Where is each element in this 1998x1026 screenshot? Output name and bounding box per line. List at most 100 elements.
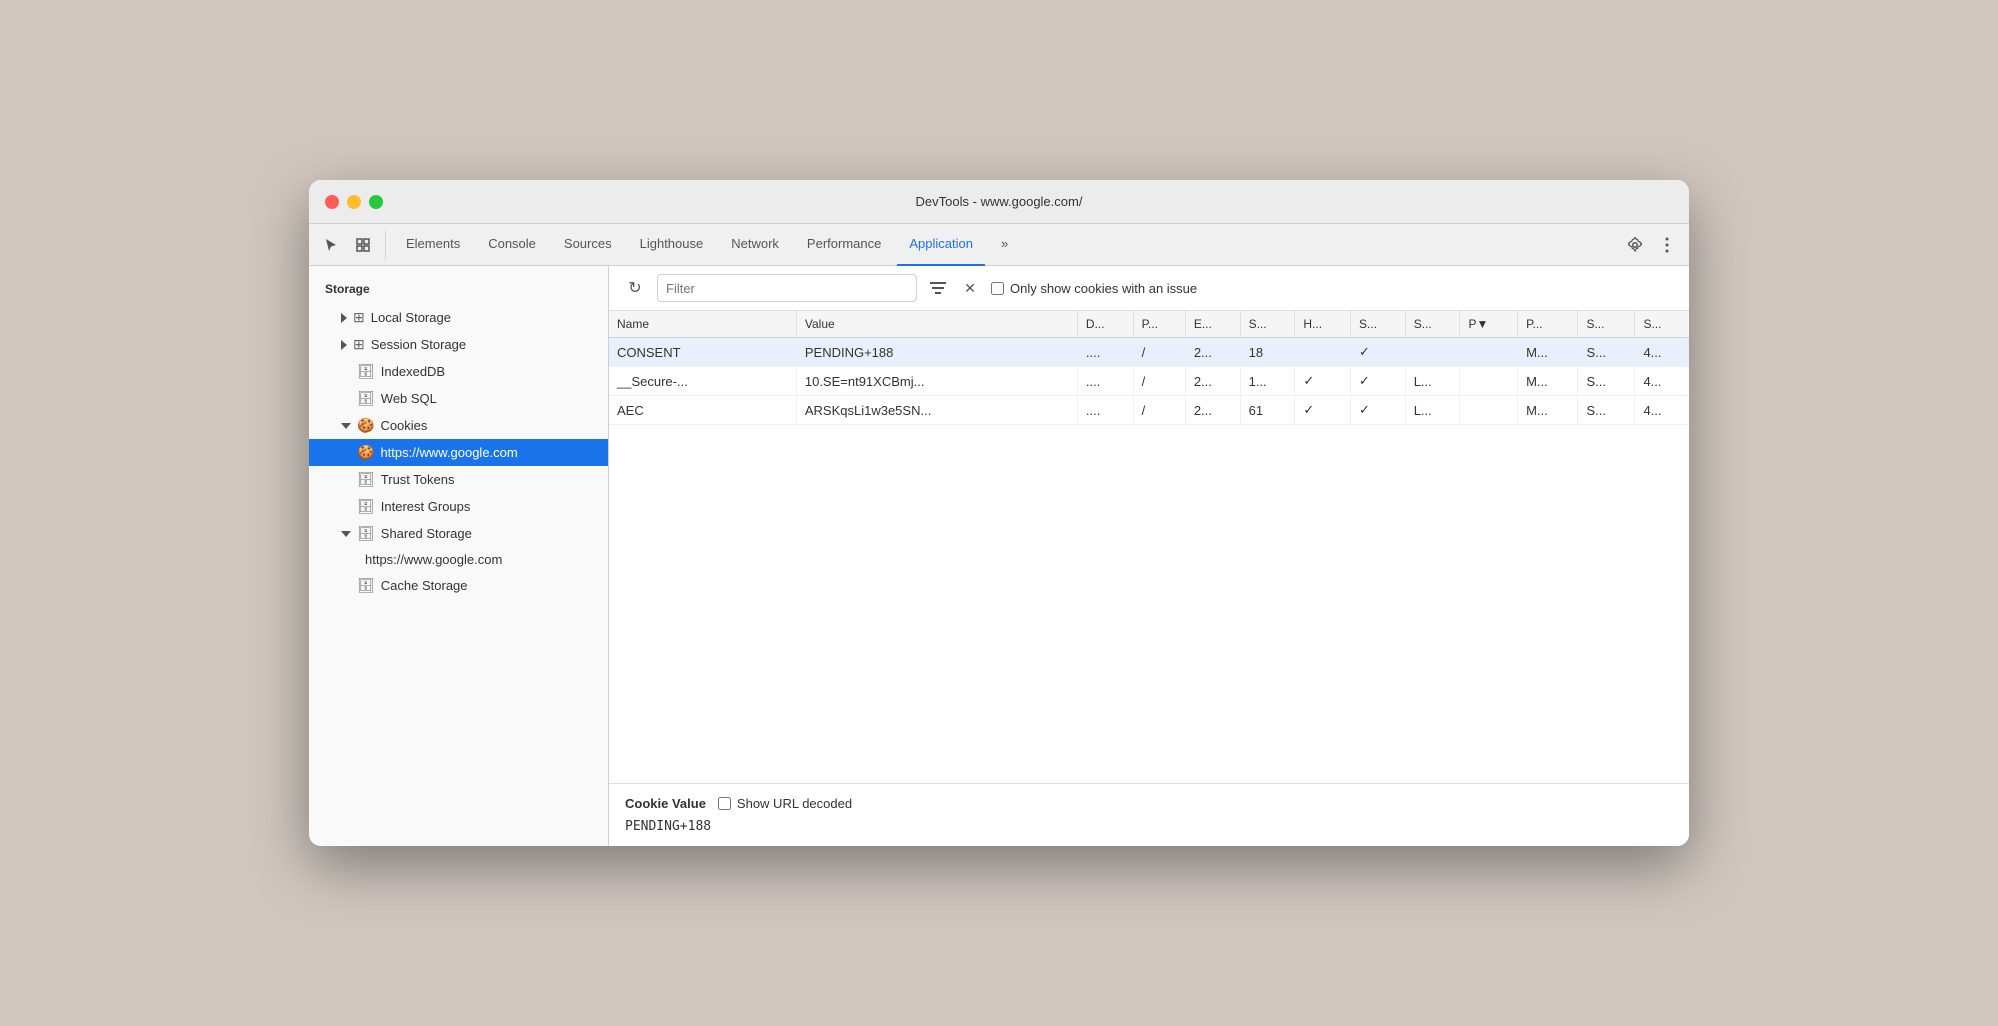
- inspect-icon[interactable]: [349, 231, 377, 259]
- filter-options-icon[interactable]: [925, 275, 951, 301]
- col-sourceport[interactable]: S...: [1635, 311, 1689, 338]
- tab-performance[interactable]: Performance: [795, 224, 893, 266]
- col-domain[interactable]: D...: [1077, 311, 1133, 338]
- table-row[interactable]: CONSENTPENDING+188..../2...18✓M...S...4.…: [609, 338, 1689, 367]
- storage-section-title: Storage: [309, 278, 608, 304]
- issues-filter-label[interactable]: Only show cookies with an issue: [991, 281, 1197, 296]
- col-httponly[interactable]: H...: [1295, 311, 1351, 338]
- col-secure[interactable]: S...: [1351, 311, 1406, 338]
- table-cell: ✓: [1295, 396, 1351, 425]
- tab-console[interactable]: Console: [476, 224, 548, 266]
- sidebar-item-shared-storage[interactable]: 🗄 Shared Storage: [309, 520, 608, 547]
- table-cell: L...: [1405, 396, 1460, 425]
- table-cell: /: [1133, 396, 1185, 425]
- col-name[interactable]: Name: [609, 311, 796, 338]
- table-cell: [1460, 338, 1518, 367]
- sidebar: Storage ⊞ Local Storage ⊞ Session Storag…: [309, 266, 609, 846]
- cookies-table-container[interactable]: Name Value D... P... E... S... H... S...…: [609, 311, 1689, 783]
- table-cell: PENDING+188: [796, 338, 1077, 367]
- sidebar-item-cookies-google[interactable]: 🍪 https://www.google.com: [309, 439, 608, 466]
- col-size[interactable]: S...: [1240, 311, 1295, 338]
- table-cell: [1405, 338, 1460, 367]
- col-priority[interactable]: P▼: [1460, 311, 1518, 338]
- toolbar: Elements Console Sources Lighthouse Netw…: [309, 224, 1689, 266]
- table-cell: ....: [1077, 396, 1133, 425]
- tab-sources[interactable]: Sources: [552, 224, 624, 266]
- refresh-button[interactable]: ↻: [621, 274, 649, 302]
- sidebar-item-interest-groups[interactable]: 🗄 Interest Groups: [309, 493, 608, 520]
- more-options-icon[interactable]: [1653, 231, 1681, 259]
- table-cell: 1...: [1240, 367, 1295, 396]
- tab-more[interactable]: »: [989, 224, 1020, 266]
- tab-elements[interactable]: Elements: [394, 224, 472, 266]
- table-cell: 10.SE=nt91XCBmj...: [796, 367, 1077, 396]
- filter-bar: ↻ ✕ Only show cookies with an issue: [609, 266, 1689, 311]
- cookie-icon: 🍪: [357, 444, 374, 461]
- table-cell: [1460, 367, 1518, 396]
- col-expires[interactable]: E...: [1185, 311, 1240, 338]
- table-cell: M...: [1518, 338, 1578, 367]
- db-icon: 🗄: [357, 471, 375, 488]
- tab-network[interactable]: Network: [719, 224, 791, 266]
- clear-filter-icon[interactable]: ✕: [957, 275, 983, 301]
- col-value[interactable]: Value: [796, 311, 1077, 338]
- sidebar-item-cache-storage[interactable]: 🗄 Cache Storage: [309, 572, 608, 599]
- table-cell: 2...: [1185, 396, 1240, 425]
- table-cell: ✓: [1351, 396, 1406, 425]
- cookie-value-title: Cookie Value: [625, 796, 706, 811]
- issues-filter-checkbox[interactable]: [991, 282, 1004, 295]
- sidebar-item-local-storage[interactable]: ⊞ Local Storage: [309, 304, 608, 331]
- titlebar: DevTools - www.google.com/: [309, 180, 1689, 224]
- url-decoded-checkbox[interactable]: [718, 797, 731, 810]
- col-samesite[interactable]: S...: [1405, 311, 1460, 338]
- db-icon: 🗄: [357, 363, 375, 380]
- table-cell: S...: [1578, 396, 1635, 425]
- table-cell: 4...: [1635, 396, 1689, 425]
- table-cell: S...: [1578, 367, 1635, 396]
- devtools-window: DevTools - www.google.com/ Elements: [309, 180, 1689, 846]
- sidebar-item-web-sql[interactable]: 🗄 Web SQL: [309, 385, 608, 412]
- close-button[interactable]: [325, 195, 339, 209]
- table-cell: __Secure-...: [609, 367, 796, 396]
- sidebar-item-shared-storage-google[interactable]: https://www.google.com: [309, 547, 608, 572]
- minimize-button[interactable]: [347, 195, 361, 209]
- col-sourcesch[interactable]: S...: [1578, 311, 1635, 338]
- table-cell: 4...: [1635, 367, 1689, 396]
- table-cell: AEC: [609, 396, 796, 425]
- table-cell: ARSKqsLi1w3e5SN...: [796, 396, 1077, 425]
- tab-application[interactable]: Application: [897, 224, 985, 266]
- table-cell: CONSENT: [609, 338, 796, 367]
- table-row[interactable]: AECARSKqsLi1w3e5SN......./2...61✓✓L...M.…: [609, 396, 1689, 425]
- traffic-lights: [325, 195, 383, 209]
- col-path[interactable]: P...: [1133, 311, 1185, 338]
- maximize-button[interactable]: [369, 195, 383, 209]
- table-cell: [1295, 338, 1351, 367]
- table-cell: 4...: [1635, 338, 1689, 367]
- col-partitioned[interactable]: P...: [1518, 311, 1578, 338]
- main-content: Storage ⊞ Local Storage ⊞ Session Storag…: [309, 266, 1689, 846]
- chevron-down-icon: [341, 423, 351, 429]
- table-cell: M...: [1518, 396, 1578, 425]
- sidebar-item-cookies[interactable]: 🍪 Cookies: [309, 412, 608, 439]
- settings-icon[interactable]: [1621, 231, 1649, 259]
- cursor-icon[interactable]: [317, 231, 345, 259]
- table-row[interactable]: __Secure-...10.SE=nt91XCBmj......./2...1…: [609, 367, 1689, 396]
- grid-icon: ⊞: [353, 309, 365, 326]
- filter-input[interactable]: [657, 274, 917, 302]
- sidebar-item-trust-tokens[interactable]: 🗄 Trust Tokens: [309, 466, 608, 493]
- tab-lighthouse[interactable]: Lighthouse: [628, 224, 716, 266]
- sidebar-item-indexeddb[interactable]: 🗄 IndexedDB: [309, 358, 608, 385]
- table-cell: 61: [1240, 396, 1295, 425]
- sidebar-item-session-storage[interactable]: ⊞ Session Storage: [309, 331, 608, 358]
- table-cell: ✓: [1351, 338, 1406, 367]
- table-cell: /: [1133, 367, 1185, 396]
- chevron-right-icon: [341, 340, 347, 350]
- main-panel: ↻ ✕ Only show cookies with an issue: [609, 266, 1689, 846]
- url-decoded-label[interactable]: Show URL decoded: [718, 796, 852, 811]
- db-icon: 🗄: [357, 498, 375, 515]
- filter-actions: ✕: [925, 275, 983, 301]
- toolbar-icons: [317, 231, 386, 259]
- table-cell: S...: [1578, 338, 1635, 367]
- table-cell: ....: [1077, 338, 1133, 367]
- window-title: DevTools - www.google.com/: [916, 194, 1083, 209]
